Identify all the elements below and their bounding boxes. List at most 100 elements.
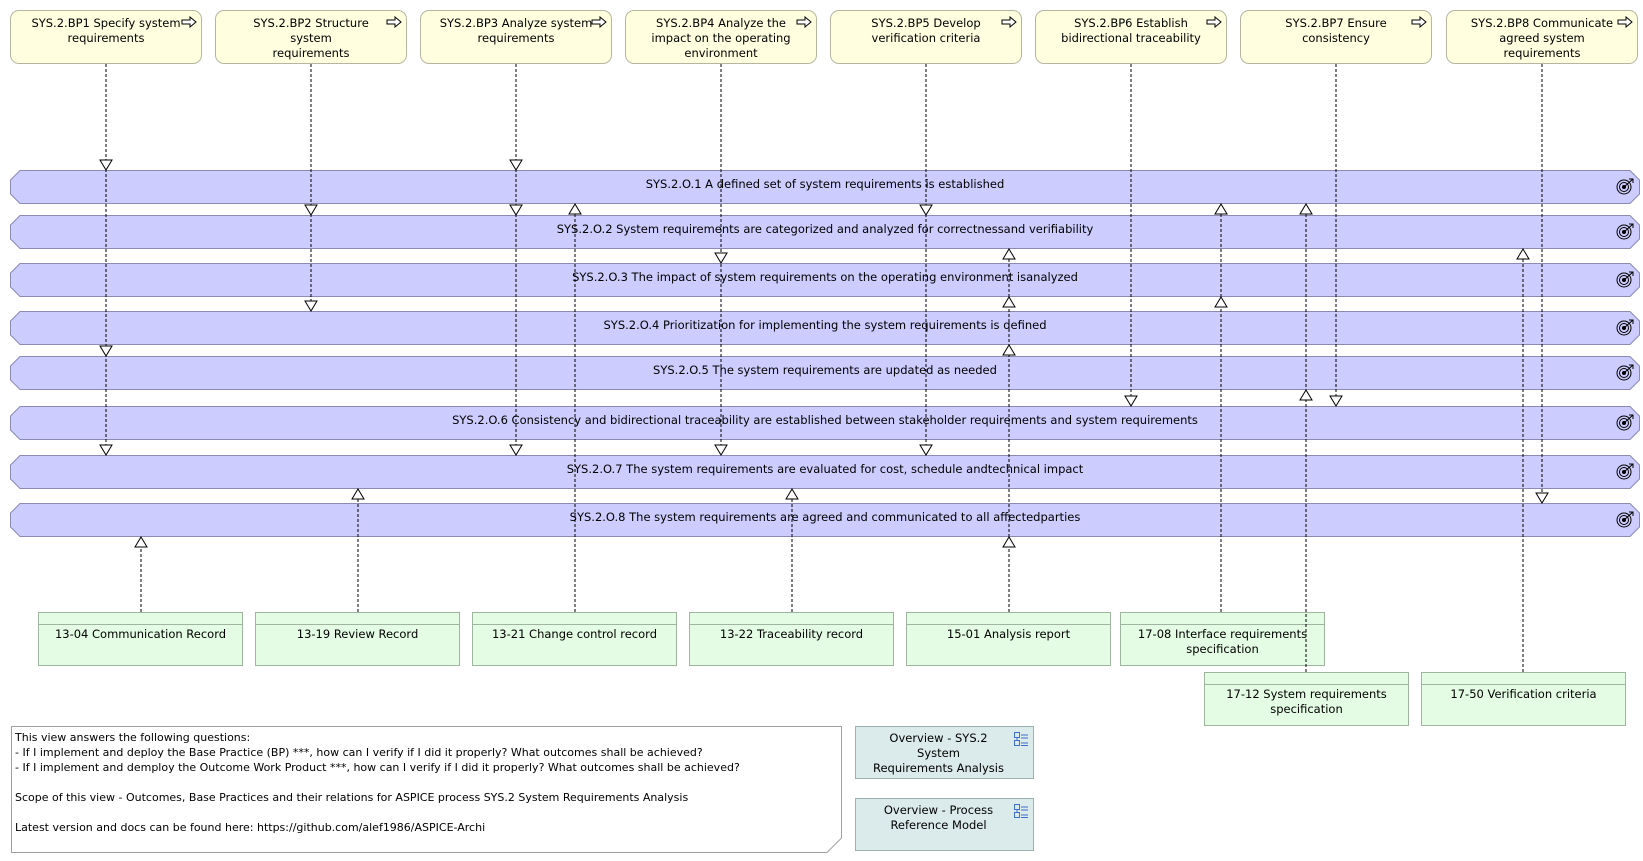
realization-arrowhead	[509, 159, 523, 171]
base-practice-label: SYS.2.BP6 Establish bidirectional traceab…	[1061, 16, 1201, 45]
realization-arrowhead	[919, 444, 933, 456]
process-arrow-icon	[1411, 16, 1427, 28]
work-product-label: 13-04 Communication Record	[54, 627, 227, 641]
work-product-wp1712[interactable]: 17-12 System requirements specification	[1204, 672, 1409, 726]
work-product-wp1708[interactable]: 17-08 Interface requirements specificatio…	[1120, 612, 1325, 666]
influence-arrowhead	[1002, 536, 1016, 548]
process-arrow-icon	[796, 16, 812, 28]
realization-arrowhead	[99, 159, 113, 171]
diagram-model-icon	[1014, 804, 1028, 818]
work-product-wp1750[interactable]: 17-50 Verification criteria	[1421, 672, 1626, 726]
base-practice-bp1[interactable]: SYS.2.BP1 Specify system requirements	[10, 10, 202, 64]
work-product-wp1304[interactable]: 13-04 Communication Record	[38, 612, 243, 666]
realization-arrowhead	[99, 444, 113, 456]
base-practice-bp5[interactable]: SYS.2.BP5 Develop verification criteria	[830, 10, 1022, 64]
outcome-label: SYS.2.O.7 The system requirements are ev…	[566, 462, 1084, 476]
base-practice-label: SYS.2.BP4 Analyze the impact on the opera…	[651, 16, 791, 60]
work-product-header-band	[256, 613, 459, 625]
base-practice-bp8[interactable]: SYS.2.BP8 Communicate agreed system requi…	[1446, 10, 1638, 64]
realization-arrowhead	[99, 345, 113, 357]
influence-arrowhead	[351, 488, 365, 500]
view-reference-1[interactable]: Overview - SYS.2 System Requirements Anal…	[855, 726, 1034, 779]
goal-target-icon	[1616, 463, 1634, 480]
note-text: This view answers the following question…	[15, 731, 740, 834]
outcome-o6[interactable]: SYS.2.O.6 Consistency and bidirectional …	[10, 406, 1640, 440]
outcome-o1[interactable]: SYS.2.O.1 A defined set of system requir…	[10, 170, 1640, 204]
influence-arrowhead	[1214, 296, 1228, 308]
work-product-label: 17-50 Verification criteria	[1450, 687, 1597, 701]
goal-target-icon	[1616, 364, 1634, 381]
work-product-label: 13-22 Traceability record	[719, 627, 864, 641]
process-arrow-icon	[1617, 16, 1633, 28]
base-practice-label: SYS.2.BP1 Specify system requirements	[31, 16, 181, 45]
work-product-label: 17-08 Interface requirements specificatio…	[1137, 627, 1308, 656]
work-product-header-band	[1205, 673, 1408, 685]
work-product-wp1319[interactable]: 13-19 Review Record	[255, 612, 460, 666]
realization-arrowhead	[1124, 395, 1138, 407]
goal-target-icon	[1616, 178, 1634, 195]
realization-arrowhead	[509, 204, 523, 216]
work-product-header-band	[1422, 673, 1625, 685]
realization-arrowhead	[714, 444, 728, 456]
outcome-o4[interactable]: SYS.2.O.4 Prioritization for implementin…	[10, 311, 1640, 345]
base-practice-label: SYS.2.BP5 Develop verification criteria	[871, 16, 981, 45]
work-product-header-band	[690, 613, 893, 625]
realization-arrowhead	[714, 252, 728, 264]
process-arrow-icon	[386, 16, 402, 28]
base-practice-bp6[interactable]: SYS.2.BP6 Establish bidirectional traceab…	[1035, 10, 1227, 64]
influence-arrowhead	[1002, 296, 1016, 308]
work-product-header-band	[1121, 613, 1324, 625]
influence-arrowhead	[568, 203, 582, 215]
work-product-wp1322[interactable]: 13-22 Traceability record	[689, 612, 894, 666]
influence-arrowhead	[1516, 248, 1530, 260]
outcome-o5[interactable]: SYS.2.O.5 The system requirements are up…	[10, 356, 1640, 390]
diagram-model-icon	[1014, 732, 1028, 746]
work-product-wp1501[interactable]: 15-01 Analysis report	[906, 612, 1111, 666]
outcome-o7[interactable]: SYS.2.O.7 The system requirements are ev…	[10, 455, 1640, 489]
base-practice-label: SYS.2.BP8 Communicate agreed system requi…	[1470, 16, 1614, 60]
outcome-label: SYS.2.O.4 Prioritization for implementin…	[603, 318, 1047, 332]
work-product-label: 13-21 Change control record	[491, 627, 657, 641]
outcome-label: SYS.2.O.3 The impact of system requireme…	[572, 270, 1078, 284]
work-product-wp1321[interactable]: 13-21 Change control record	[472, 612, 677, 666]
influence-arrowhead	[134, 536, 148, 548]
goal-target-icon	[1616, 223, 1634, 240]
process-arrow-icon	[591, 16, 607, 28]
base-practice-bp4[interactable]: SYS.2.BP4 Analyze the impact on the opera…	[625, 10, 817, 64]
outcome-o3[interactable]: SYS.2.O.3 The impact of system requireme…	[10, 263, 1640, 297]
base-practice-bp2[interactable]: SYS.2.BP2 Structure system requirements	[215, 10, 407, 64]
goal-target-icon	[1616, 414, 1634, 431]
work-product-label: 13-19 Review Record	[296, 627, 419, 641]
outcome-o8[interactable]: SYS.2.O.8 The system requirements are ag…	[10, 503, 1640, 537]
realization-arrowhead	[1329, 395, 1343, 407]
realization-arrowhead	[304, 204, 318, 216]
influence-arrowhead	[1002, 248, 1016, 260]
view-reference-label: Overview - SYS.2 System Requirements Anal…	[873, 731, 1004, 775]
view-reference-2[interactable]: Overview - Process Reference Model	[855, 798, 1034, 851]
work-product-header-band	[39, 613, 242, 625]
base-practice-bp3[interactable]: SYS.2.BP3 Analyze system requirements	[420, 10, 612, 64]
goal-target-icon	[1616, 319, 1634, 336]
influence-arrowhead	[785, 488, 799, 500]
influence-arrowhead	[1299, 389, 1313, 401]
outcome-label: SYS.2.O.6 Consistency and bidirectional …	[452, 413, 1198, 427]
work-product-header-band	[473, 613, 676, 625]
realization-arrowhead	[919, 204, 933, 216]
outcome-label: SYS.2.O.2 System requirements are catego…	[556, 222, 1094, 236]
work-product-label: 15-01 Analysis report	[946, 627, 1071, 641]
realization-arrowhead	[1535, 492, 1549, 504]
outcome-o2[interactable]: SYS.2.O.2 System requirements are catego…	[10, 215, 1640, 249]
realization-arrowhead	[304, 300, 318, 312]
goal-target-icon	[1616, 271, 1634, 288]
work-product-label: 17-12 System requirements specification	[1226, 687, 1387, 716]
process-arrow-icon	[181, 16, 197, 28]
base-practice-bp7[interactable]: SYS.2.BP7 Ensure consistency	[1240, 10, 1432, 64]
process-arrow-icon	[1206, 16, 1222, 28]
outcome-label: SYS.2.O.1 A defined set of system requir…	[645, 177, 1005, 191]
work-product-header-band	[907, 613, 1110, 625]
base-practice-label: SYS.2.BP7 Ensure consistency	[1285, 16, 1387, 45]
view-description-note[interactable]: This view answers the following question…	[11, 726, 842, 853]
base-practice-label: SYS.2.BP3 Analyze system requirements	[439, 16, 593, 45]
outcome-label: SYS.2.O.8 The system requirements are ag…	[569, 510, 1081, 524]
realization-arrowhead	[509, 444, 523, 456]
